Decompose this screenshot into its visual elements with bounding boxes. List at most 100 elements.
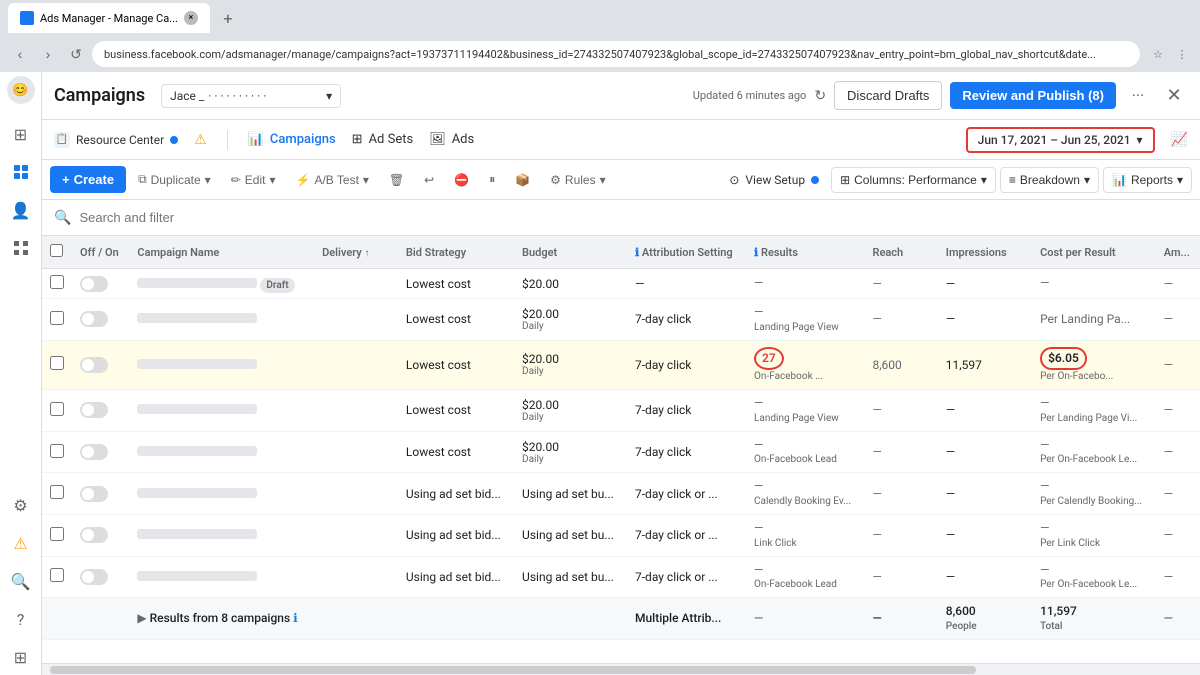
row-campaign-name[interactable] xyxy=(137,403,257,417)
row-bid-cell: Using ad set bid... xyxy=(398,514,514,556)
row-toggle[interactable] xyxy=(80,311,108,327)
row-results-cell: — On-Facebook Lead xyxy=(746,431,864,473)
row-toggle-cell xyxy=(72,390,129,432)
expand-icon[interactable]: ▶ xyxy=(137,611,146,625)
select-all-checkbox[interactable] xyxy=(50,244,63,257)
new-tab-button[interactable]: + xyxy=(216,6,240,30)
search-icon: 🔍 xyxy=(54,210,71,226)
footer-info-icon: ℹ xyxy=(293,611,298,625)
create-plus-icon: + xyxy=(62,172,70,187)
row-campaign-name[interactable] xyxy=(137,358,257,372)
row-budget-value: $20.00 xyxy=(522,398,619,412)
row-checkbox[interactable] xyxy=(50,485,64,499)
row-checkbox-cell xyxy=(42,269,72,299)
people-sidebar-icon[interactable]: 👤 xyxy=(3,192,39,228)
header-more-button[interactable]: ··· xyxy=(1124,82,1152,110)
address-bar[interactable]: business.facebook.com/adsmanager/manage/… xyxy=(92,41,1140,67)
table-row: Using ad set bid... Using ad set bu... 7… xyxy=(42,473,1200,515)
row-checkbox[interactable] xyxy=(50,527,64,541)
row-checkbox[interactable] xyxy=(50,444,64,458)
row-checkbox[interactable] xyxy=(50,356,64,370)
warning-sidebar-icon[interactable]: ⚠ xyxy=(3,525,39,561)
cost-circled: $6.05 xyxy=(1040,347,1087,371)
help-sidebar-icon[interactable]: ? xyxy=(3,601,39,637)
row-results-value: — xyxy=(754,396,856,412)
close-button[interactable]: ✕ xyxy=(1160,82,1188,110)
trash-button[interactable]: ⛔ xyxy=(446,168,477,192)
search-bar: 🔍 xyxy=(42,200,1200,236)
search-input[interactable] xyxy=(79,210,1188,225)
columns-button[interactable]: ⊞ Columns: Performance ▾ xyxy=(831,167,996,193)
row-campaign-name[interactable] xyxy=(137,487,257,501)
horizontal-scrollbar[interactable] xyxy=(50,666,976,674)
row-campaign-name[interactable] xyxy=(137,277,257,291)
extension-button[interactable]: ⋮ xyxy=(1172,44,1192,64)
row-delivery-cell xyxy=(314,556,398,598)
th-delivery[interactable]: Delivery ↑ xyxy=(314,236,398,269)
table-row: Lowest cost $20.00 Daily 7-day click 27 … xyxy=(42,340,1200,390)
row-attribution-value: 7-day click xyxy=(635,403,691,417)
view-setup-button[interactable]: ⊙ View Setup xyxy=(721,168,827,192)
row-campaign-name[interactable] xyxy=(137,528,257,542)
search-sidebar-icon[interactable]: 🔍 xyxy=(3,563,39,599)
row-campaign-name[interactable] xyxy=(137,445,257,459)
row-attribution-value: 7-day click or ... xyxy=(635,528,718,542)
reports-button[interactable]: 📊 Reports ▾ xyxy=(1103,167,1192,193)
row-checkbox[interactable] xyxy=(50,311,64,325)
ab-test-button[interactable]: ⚡ A/B Test ▾ xyxy=(287,168,376,192)
row-toggle[interactable] xyxy=(80,357,108,373)
active-tab[interactable]: Ads Manager - Manage Ca... × xyxy=(8,3,210,33)
row-toggle[interactable] xyxy=(80,444,108,460)
more-sidebar-icon[interactable]: ⊞ xyxy=(3,639,39,675)
row-toggle[interactable] xyxy=(80,527,108,543)
rules-button[interactable]: ⚙ Rules ▾ xyxy=(542,168,613,192)
edit-button[interactable]: ✏ Edit ▾ xyxy=(223,168,284,192)
row-cost-value: — xyxy=(1040,276,1148,292)
row-results-cell: — xyxy=(746,269,864,299)
reload-button[interactable]: ↺ xyxy=(64,42,88,66)
bookmark-button[interactable]: ☆ xyxy=(1148,44,1168,64)
date-range-button[interactable]: Jun 17, 2021 – Jun 25, 2021 ▾ xyxy=(966,127,1155,153)
undo-button[interactable]: ↩ xyxy=(416,168,442,192)
row-toggle[interactable] xyxy=(80,276,108,292)
breakdown-button[interactable]: ≡ Breakdown ▾ xyxy=(1000,167,1099,193)
forward-button[interactable]: › xyxy=(36,42,60,66)
results-dash: — xyxy=(754,521,763,535)
refresh-icon[interactable]: ↻ xyxy=(814,88,826,104)
ads-nav-link[interactable]: 🖼 Ads xyxy=(429,132,474,147)
duplicate-button[interactable]: ⧉ Duplicate ▾ xyxy=(130,167,219,192)
row-toggle[interactable] xyxy=(80,402,108,418)
discard-drafts-button[interactable]: Discard Drafts xyxy=(834,81,942,110)
campaigns-nav-link[interactable]: 📊 Campaigns xyxy=(248,132,336,147)
row-toggle[interactable] xyxy=(80,569,108,585)
row-bid-cell: Lowest cost xyxy=(398,269,514,299)
footer-label-cell[interactable]: ▶ Results from 8 campaigns ℹ xyxy=(129,598,314,640)
row-campaign-name[interactable] xyxy=(137,312,257,326)
delete-button[interactable]: 🗑 xyxy=(381,168,412,192)
back-button[interactable]: ‹ xyxy=(8,42,32,66)
row-checkbox[interactable] xyxy=(50,275,64,289)
create-button[interactable]: + Create xyxy=(50,166,126,193)
row-bid-cell: Lowest cost xyxy=(398,431,514,473)
archive-button[interactable]: 📦 xyxy=(507,168,538,192)
row-campaign-name[interactable] xyxy=(137,570,257,584)
row-checkbox[interactable] xyxy=(50,402,64,416)
tab-close-button[interactable]: × xyxy=(184,11,198,25)
resource-center[interactable]: 📋 Resource Center xyxy=(54,132,178,148)
pause-button[interactable]: ⏸ xyxy=(481,167,503,192)
row-impressions-cell: — xyxy=(938,390,1032,432)
home-sidebar-icon[interactable]: ⊞ xyxy=(3,116,39,152)
settings-sidebar-icon[interactable]: ⚙ xyxy=(3,487,39,523)
review-publish-button[interactable]: Review and Publish (8) xyxy=(950,82,1116,109)
row-toggle[interactable] xyxy=(80,486,108,502)
charts-icon[interactable]: 📈 xyxy=(1171,132,1188,148)
th-campaign-name[interactable]: Campaign Name xyxy=(129,236,314,269)
ads-sidebar-icon[interactable] xyxy=(3,154,39,190)
grid-sidebar-icon[interactable] xyxy=(3,230,39,266)
results-circled: 27 xyxy=(754,347,784,371)
user-avatar[interactable]: 😊 xyxy=(7,76,35,104)
ad-sets-nav-link[interactable]: ⊞ Ad Sets xyxy=(352,132,414,147)
account-selector[interactable]: Jace _ · · · · · · · · · · ▾ xyxy=(161,84,341,108)
row-checkbox[interactable] xyxy=(50,568,64,582)
app-wrapper: 😊 ⊞ 👤 ⚙ ⚠ 🔍 ? ⊞ Campaigns Jace _ · · · ·… xyxy=(0,72,1200,675)
